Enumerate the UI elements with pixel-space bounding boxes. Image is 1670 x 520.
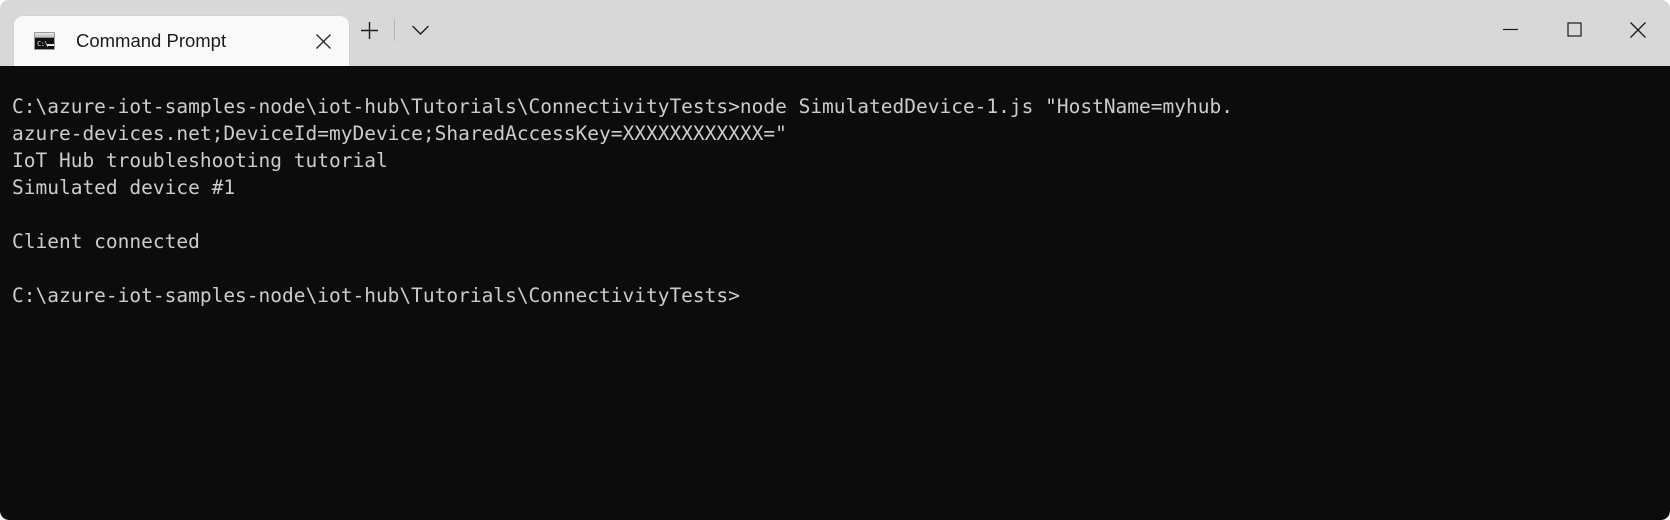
- window-controls: [1478, 0, 1670, 66]
- minimize-icon: [1502, 28, 1518, 31]
- tab-strip: C:\ Command Prompt: [0, 0, 349, 66]
- tab-actions: [349, 0, 440, 66]
- console-line: azure-devices.net;DeviceId=myDevice;Shar…: [12, 122, 787, 145]
- tab-actions-divider: [394, 19, 395, 41]
- maximize-button[interactable]: [1542, 0, 1606, 59]
- title-bar[interactable]: C:\ Command Prompt: [0, 0, 1670, 66]
- tab-title: Command Prompt: [76, 30, 227, 51]
- console-line: Client connected: [12, 230, 200, 253]
- console-line: C:\azure-iot-samples-node\iot-hub\Tutori…: [12, 284, 740, 307]
- tab-dropdown-button[interactable]: [400, 9, 440, 51]
- console-line: Simulated device #1: [12, 176, 236, 199]
- console-line: C:\azure-iot-samples-node\iot-hub\Tutori…: [12, 95, 1233, 118]
- chevron-down-icon: [411, 25, 429, 35]
- tab-close-button[interactable]: [303, 21, 343, 61]
- close-button[interactable]: [1606, 0, 1670, 59]
- command-prompt-icon: C:\: [34, 32, 55, 50]
- maximize-icon: [1566, 22, 1582, 37]
- command-prompt-icon-cursor: [47, 44, 54, 46]
- plus-icon: [360, 21, 378, 39]
- titlebar-drag-region[interactable]: [440, 0, 1478, 66]
- terminal-window: C:\ Command Prompt C:\azure-iot-samples-…: [0, 0, 1670, 520]
- minimize-button[interactable]: [1478, 0, 1542, 59]
- new-tab-button[interactable]: [349, 9, 389, 51]
- console-text: C:\azure-iot-samples-node\iot-hub\Tutori…: [12, 93, 1670, 309]
- console-output-area[interactable]: C:\azure-iot-samples-node\iot-hub\Tutori…: [0, 66, 1670, 520]
- console-line: IoT Hub troubleshooting tutorial: [12, 149, 388, 172]
- command-prompt-icon-titlebar: [35, 33, 54, 38]
- close-icon: [1630, 21, 1646, 38]
- tab-command-prompt[interactable]: C:\ Command Prompt: [14, 16, 349, 66]
